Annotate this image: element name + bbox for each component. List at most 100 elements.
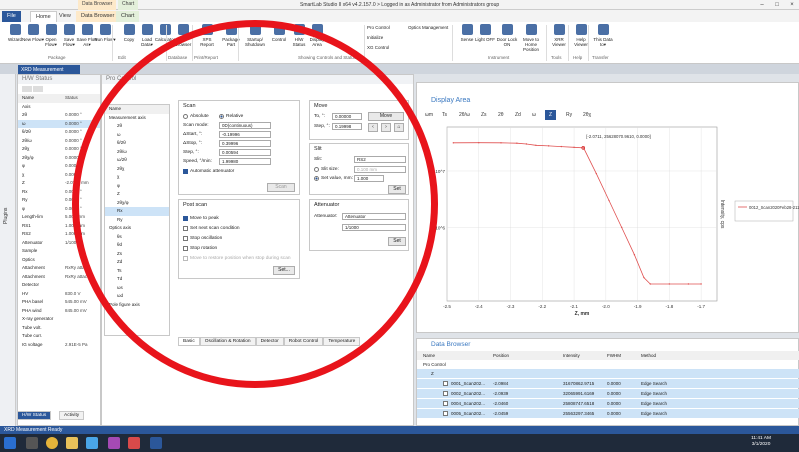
- hw-status-row[interactable]: Ry 0.0000 °: [18, 196, 100, 205]
- axis-tree-item[interactable]: χ: [105, 173, 169, 182]
- hw-status-row[interactable]: Optics: [18, 256, 100, 265]
- scan-mode-select[interactable]: 0D(continuous): [219, 122, 271, 129]
- axis-tree-item[interactable]: Ts: [105, 267, 169, 276]
- absolute-radio[interactable]: [183, 114, 188, 119]
- data-browser-row[interactable]: 0002_Scan202... -2.0939 32065991.6169 0.000…: [417, 389, 799, 398]
- axis-tree-item[interactable]: ω/2θ: [105, 156, 169, 165]
- slit-size-select[interactable]: 0.100 mm: [354, 166, 406, 173]
- slit-select[interactable]: RS2: [354, 156, 406, 163]
- move-button[interactable]: Move: [368, 112, 404, 121]
- display-tab[interactable]: 2θχ: [579, 110, 595, 120]
- optics-management-command[interactable]: Optics Management: [408, 25, 448, 30]
- xps-report-button[interactable]: XPS Report: [196, 24, 218, 47]
- move-step-input[interactable]: 0.19998: [332, 123, 362, 130]
- axis-tree-item[interactable]: φ: [105, 182, 169, 191]
- close-icon[interactable]: ×: [785, 0, 799, 10]
- tab-robot-control[interactable]: Robot Control: [283, 337, 324, 346]
- display-tab[interactable]: Zd: [511, 110, 525, 120]
- tab-detector[interactable]: Detector: [255, 337, 284, 346]
- hw-status-row[interactable]: X-ray generator: [18, 315, 100, 324]
- home-position-button[interactable]: Move to Home Position: [520, 24, 542, 52]
- slit-set-button[interactable]: Set: [388, 185, 406, 194]
- tab-oscillation-rotation[interactable]: Oscillation & Rotation: [199, 337, 256, 346]
- tab-hw-status[interactable]: H/W Status: [17, 411, 52, 420]
- hw-status-row[interactable]: ω 0.0000 °: [18, 119, 100, 128]
- axis-tree-item[interactable]: Zs: [105, 250, 169, 259]
- hw-status-row[interactable]: Z -2.0711 mm: [18, 179, 100, 188]
- hw-status-row[interactable]: 2θ 0.0000 °: [18, 111, 100, 120]
- db-browser-button[interactable]: DB Browser: [172, 24, 194, 47]
- tab-home[interactable]: Home: [30, 11, 57, 22]
- hw-status-row[interactable]: θ/2θ 0.0000 °: [18, 128, 100, 137]
- hw-status-row[interactable]: 2θχ 0.0000 °: [18, 145, 100, 154]
- minimize-icon[interactable]: –: [755, 0, 769, 10]
- set-value-radio[interactable]: [314, 176, 319, 181]
- hw-status-row[interactable]: Tube volt.: [18, 324, 100, 333]
- axis-tree-item[interactable]: 2θχ/φ: [105, 199, 169, 208]
- refresh-icon[interactable]: [33, 86, 44, 92]
- slit-size-radio[interactable]: [314, 167, 319, 172]
- data-browser-row[interactable]: 0001_Scan202... -2.0984 31670862.9715 0.000…: [417, 379, 799, 388]
- axis-tree-item[interactable]: Td: [105, 275, 169, 284]
- display-tab[interactable]: Ry: [562, 110, 576, 120]
- hw-status-row[interactable]: Attachment RxRy attac...: [18, 264, 100, 273]
- xrr-viewer-button[interactable]: XRR Viewer: [548, 24, 570, 47]
- display-tab[interactable]: 2θ: [494, 110, 508, 120]
- hw-status-row[interactable]: Length-lim 5.000 mm: [18, 213, 100, 222]
- group-z[interactable]: Z: [417, 369, 799, 378]
- axis-tree-item[interactable]: 2θ/ω: [105, 148, 169, 157]
- tab-temperature[interactable]: Temperature: [323, 337, 361, 346]
- hw-status-row[interactable]: φ 0.0000 °: [18, 162, 100, 171]
- hw-status-row[interactable]: Sample: [18, 247, 100, 256]
- hw-status-row[interactable]: Axis: [18, 103, 100, 112]
- hw-status-row[interactable]: 2θχ/φ 0.0000 °: [18, 154, 100, 163]
- axis-tree-item[interactable]: Z: [105, 190, 169, 199]
- axis-tree-item[interactable]: θd: [105, 241, 169, 250]
- row-checkbox[interactable]: [443, 391, 448, 396]
- axis-tree-item[interactable]: Rx: [105, 207, 169, 216]
- axis-tree-item[interactable]: Zd: [105, 258, 169, 267]
- start-icon[interactable]: [4, 437, 16, 449]
- display-tab[interactable]: Zs: [477, 110, 491, 120]
- tab-view[interactable]: View: [54, 11, 76, 22]
- hw-status-row[interactable]: Attenuator 1/1000: [18, 239, 100, 248]
- tab-chart[interactable]: Chart: [116, 11, 140, 22]
- data-browser-row[interactable]: 0004_Scan202... -2.0460 25808747.6518 0.000…: [417, 399, 799, 408]
- initialize-command[interactable]: Initialize: [367, 35, 383, 40]
- speed-input[interactable]: 1.99980: [219, 158, 271, 165]
- back-icon[interactable]: [22, 86, 32, 92]
- light-button[interactable]: Light OFF: [474, 24, 496, 42]
- pro-control-command[interactable]: Pro Control: [367, 25, 390, 30]
- hw-status-row[interactable]: Detector: [18, 281, 100, 290]
- axis-tree-item[interactable]: 2θ: [105, 122, 169, 131]
- stop-input[interactable]: 0.39996: [219, 140, 271, 147]
- tab-file[interactable]: File: [2, 11, 21, 22]
- startup-button[interactable]: Startup/ Shutdown: [244, 24, 266, 47]
- axis-tree-item[interactable]: ωd: [105, 292, 169, 301]
- step-right-icon[interactable]: ›: [381, 123, 391, 132]
- hw-status-row[interactable]: RS2 1.000 mm: [18, 230, 100, 239]
- axis-tree-item[interactable]: θ/2θ: [105, 139, 169, 148]
- file-explorer-icon[interactable]: [66, 437, 78, 449]
- chrome-icon[interactable]: [46, 437, 58, 449]
- auto-attenuator-checkbox[interactable]: [183, 169, 188, 174]
- post-scan-set-button[interactable]: Set...: [273, 266, 295, 275]
- axis-tree-item[interactable]: ωs: [105, 284, 169, 293]
- display-tab[interactable]: Ts: [438, 110, 451, 120]
- row-checkbox[interactable]: [443, 411, 448, 416]
- attenuator-set-button[interactable]: Set: [388, 237, 406, 246]
- hw-status-row[interactable]: PHA basel 545.00 mV: [18, 298, 100, 307]
- maximize-icon[interactable]: □: [770, 0, 784, 10]
- intensity-chart[interactable]: -2.5 -2.4 -2.3 -2.2 -2.1 -2.0 -1.9 -1.8 -1.7 10^7…: [417, 121, 799, 334]
- step-input[interactable]: 0.00594: [219, 149, 271, 156]
- tree-group-pole-figure-axis[interactable]: Pole figure axis: [105, 301, 169, 310]
- hw-status-row[interactable]: Tube curr.: [18, 332, 100, 341]
- tab-activity[interactable]: Activity: [59, 411, 85, 420]
- step-home-icon[interactable]: ⌂: [394, 123, 404, 132]
- door-lock-button[interactable]: Door Lock ON: [496, 24, 518, 47]
- clock[interactable]: 11:41 AM 3/1/2020: [751, 436, 771, 448]
- set-value-input[interactable]: 1.000: [354, 175, 384, 182]
- scan-button[interactable]: Scan: [267, 183, 295, 192]
- stop-rotation-checkbox[interactable]: [183, 246, 188, 251]
- task-view-icon[interactable]: [26, 437, 38, 449]
